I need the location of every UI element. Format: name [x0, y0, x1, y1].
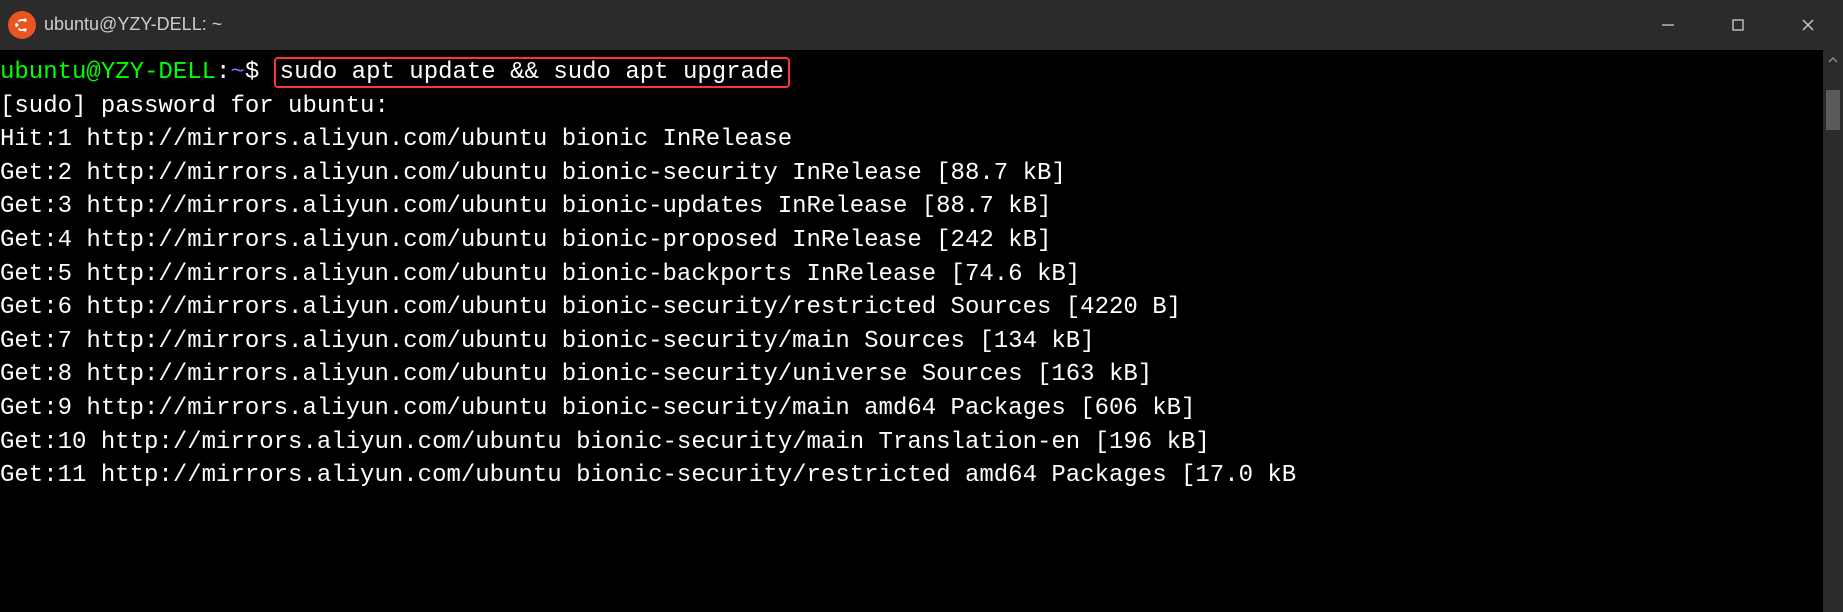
output-line: Get:9 http://mirrors.aliyun.com/ubuntu b…: [0, 392, 1843, 426]
output-line: Get:3 http://mirrors.aliyun.com/ubuntu b…: [0, 190, 1843, 224]
maximize-button[interactable]: [1703, 0, 1773, 50]
prompt-user-host: ubuntu@YZY-DELL: [0, 59, 216, 86]
ubuntu-icon: [8, 11, 36, 39]
window-title: ubuntu@YZY-DELL: ~: [44, 12, 222, 37]
output-line: Get:11 http://mirrors.aliyun.com/ubuntu …: [0, 459, 1843, 493]
prompt-colon: :: [216, 59, 230, 86]
scrollbar-thumb[interactable]: [1826, 90, 1840, 130]
output-line: Get:6 http://mirrors.aliyun.com/ubuntu b…: [0, 291, 1843, 325]
terminal-area[interactable]: ubuntu@YZY-DELL:~$ sudo apt update && su…: [0, 50, 1843, 612]
output-line: [sudo] password for ubuntu:: [0, 90, 1843, 124]
output-line: Hit:1 http://mirrors.aliyun.com/ubuntu b…: [0, 123, 1843, 157]
window-controls: [1633, 0, 1843, 50]
output-line: Get:8 http://mirrors.aliyun.com/ubuntu b…: [0, 358, 1843, 392]
window-titlebar: ubuntu@YZY-DELL: ~: [0, 0, 1843, 50]
scrollbar-up-icon[interactable]: [1823, 50, 1843, 70]
output-line: Get:2 http://mirrors.aliyun.com/ubuntu b…: [0, 157, 1843, 191]
output-line: Get:7 http://mirrors.aliyun.com/ubuntu b…: [0, 325, 1843, 359]
prompt-path: ~: [230, 59, 244, 86]
terminal-content: ubuntu@YZY-DELL:~$ sudo apt update && su…: [0, 56, 1843, 493]
output-line: Get:5 http://mirrors.aliyun.com/ubuntu b…: [0, 258, 1843, 292]
output-line: Get:10 http://mirrors.aliyun.com/ubuntu …: [0, 426, 1843, 460]
output-line: Get:4 http://mirrors.aliyun.com/ubuntu b…: [0, 224, 1843, 258]
minimize-button[interactable]: [1633, 0, 1703, 50]
scrollbar[interactable]: [1823, 50, 1843, 612]
command-input-highlighted: sudo apt update && sudo apt upgrade: [274, 57, 790, 88]
close-button[interactable]: [1773, 0, 1843, 50]
prompt-symbol: $: [245, 59, 259, 86]
